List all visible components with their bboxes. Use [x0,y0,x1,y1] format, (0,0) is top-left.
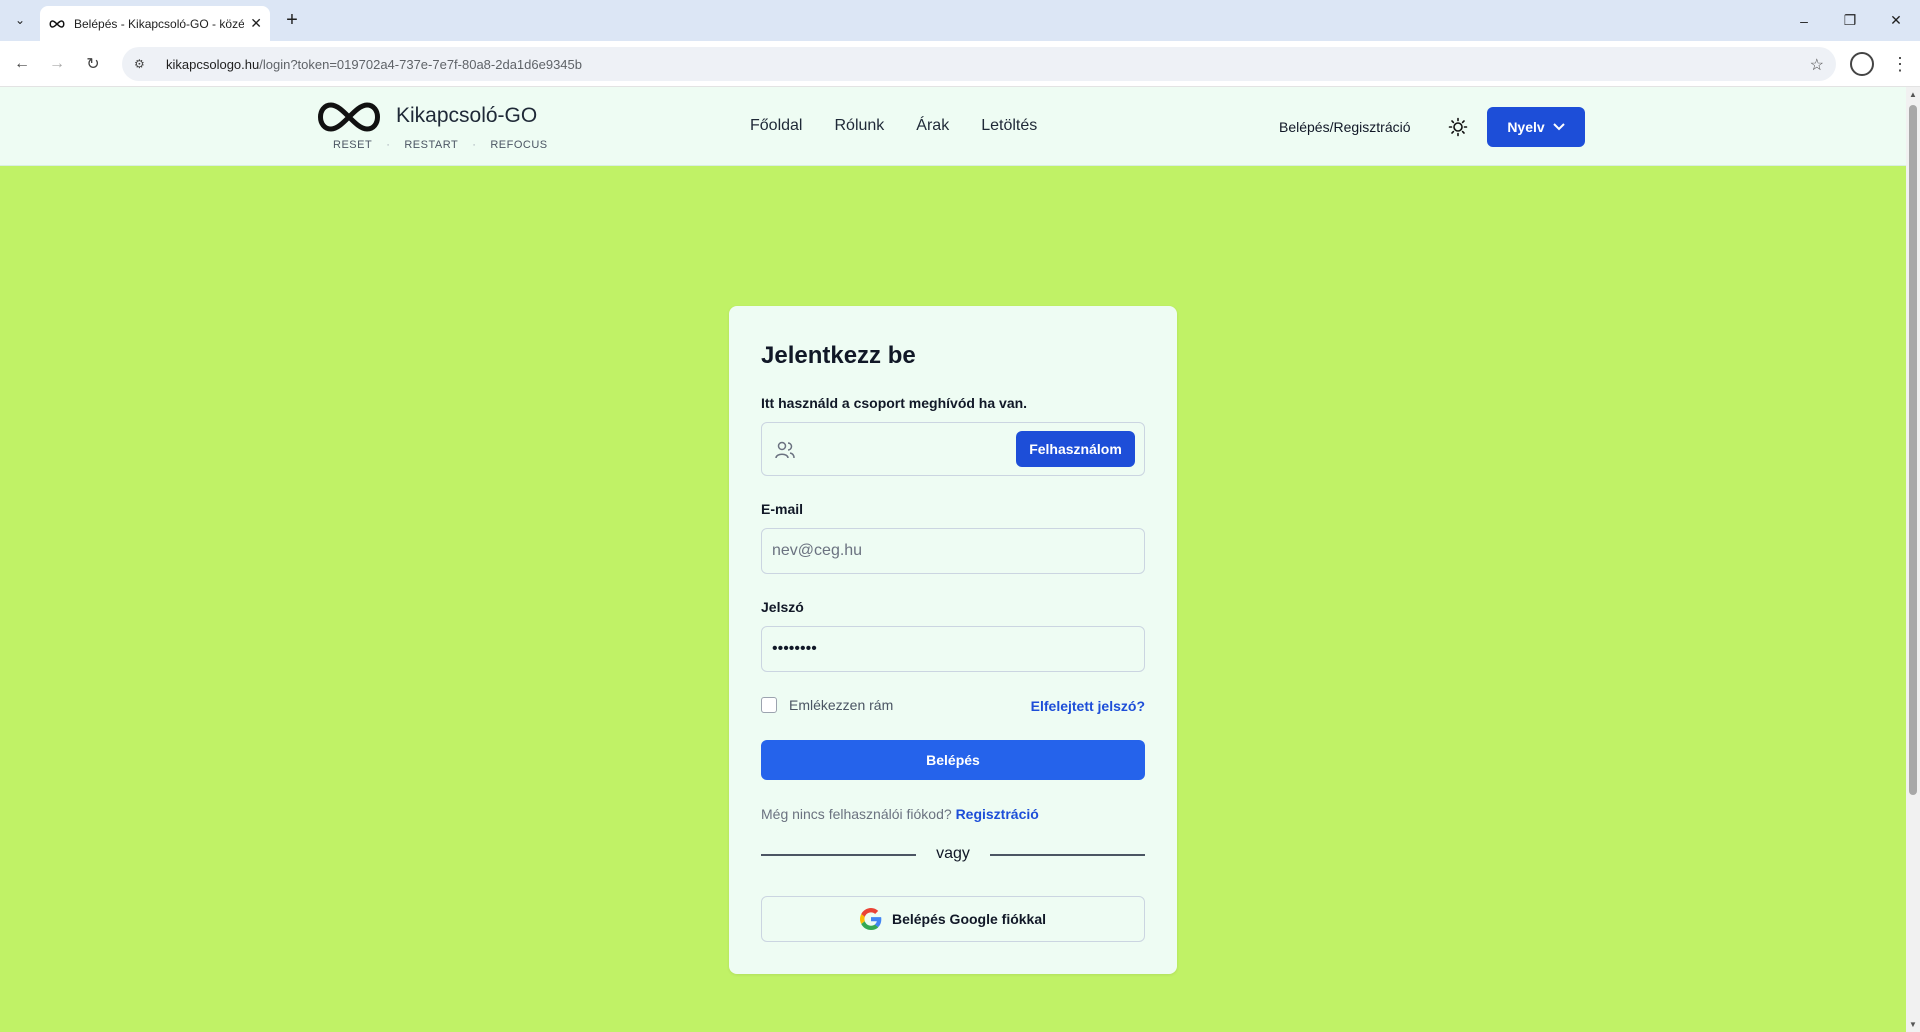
no-account-text: Még nincs felhasználói fiókod? Regisztrá… [761,806,1039,822]
divider-line [990,854,1145,856]
nav-download[interactable]: Letöltés [981,117,1037,135]
language-button[interactable]: Nyelv [1487,107,1585,147]
profile-avatar-icon[interactable] [1850,52,1874,76]
use-invite-button[interactable]: Felhasználom [1016,431,1135,467]
forgot-password-link[interactable]: Elfelejtett jelszó? [1031,698,1145,714]
nav-pricing[interactable]: Árak [916,117,949,135]
scroll-down-arrow-icon[interactable]: ▼ [1909,1020,1917,1029]
url-field[interactable]: ⚙ kikapcsologo.hu/login?token=019702a4-7… [122,47,1836,81]
invite-code-field[interactable]: Felhasználom [761,422,1145,476]
window-close-icon[interactable]: ✕ [1868,0,1920,41]
site-header: Kikapcsoló-GO RESET · RESTART · REFOCUS … [0,87,1906,166]
more-menu-icon[interactable]: ⋮ [1888,51,1912,77]
email-label: E-mail [761,501,804,517]
or-divider: vagy [761,843,1145,865]
no-account-label: Még nincs felhasználói fiókod? [761,806,952,822]
scroll-thumb[interactable] [1909,105,1917,795]
address-bar-row: ← → ↻ ⚙ kikapcsologo.hu/login?token=0197… [0,41,1920,87]
page-scrollbar[interactable]: ▲ ▼ [1906,87,1920,1032]
invite-label: Itt használd a csoport meghívód ha van. [761,395,1028,411]
infinity-favicon-icon [49,19,65,28]
users-icon [775,441,795,459]
tagline-separator: · [386,139,391,151]
tab-title: Belépés - Kikapcsoló-GO - közé [74,16,244,31]
nav-home[interactable]: Főoldal [750,117,802,135]
login-title: Jelentkezz be [761,342,916,369]
register-link[interactable]: Regisztráció [956,806,1039,822]
new-tab-plus-icon[interactable]: + [280,8,304,32]
tagline-word: RESET [333,139,373,151]
language-button-label: Nyelv [1507,119,1545,135]
login-submit-button[interactable]: Belépés [761,740,1145,780]
browser-tab[interactable]: Belépés - Kikapcsoló-GO - közé ✕ [40,6,270,41]
tagline-word: RESTART [404,139,459,151]
bookmark-star-icon[interactable]: ☆ [1810,55,1824,75]
sun-theme-toggle-icon[interactable] [1448,117,1468,137]
tab-list-chevron-icon[interactable]: ⌄ [8,8,32,32]
nav-about[interactable]: Rólunk [834,117,884,135]
back-arrow-icon[interactable]: ← [10,52,34,76]
remember-me-label: Emlékezzen rám [789,697,894,713]
password-field[interactable] [761,626,1145,672]
forward-arrow-icon[interactable]: → [45,52,69,76]
tagline: RESET · RESTART · REFOCUS [333,139,548,151]
google-login-label: Belépés Google fiókkal [891,911,1047,927]
infinity-logo-icon[interactable] [313,99,385,135]
main-nav: Főoldal Rólunk Árak Letöltés [750,117,1037,135]
close-icon[interactable]: ✕ [250,15,262,32]
google-login-button[interactable]: Belépés Google fiókkal [761,896,1145,942]
site-settings-icon[interactable]: ⚙ [134,57,154,71]
login-card: Jelentkezz be Itt használd a csoport meg… [729,306,1177,974]
reload-icon[interactable]: ↻ [81,52,105,76]
chevron-down-icon [1552,123,1565,131]
tagline-word: REFOCUS [490,139,548,151]
brand-name[interactable]: Kikapcsoló-GO [396,104,537,128]
browser-tab-bar: ⌄ Belépés - Kikapcsoló-GO - közé ✕ + – ❐… [0,0,1920,41]
tagline-separator: · [472,139,477,151]
url-text: kikapcsologo.hu/login?token=019702a4-737… [166,56,582,72]
password-label: Jelszó [761,599,804,615]
google-g-icon [859,908,882,930]
login-register-link[interactable]: Belépés/Regisztráció [1279,119,1411,135]
remember-me[interactable]: Emlékezzen rám [761,697,893,713]
scroll-up-arrow-icon[interactable]: ▲ [1909,90,1917,99]
email-field[interactable] [761,528,1145,574]
remember-me-checkbox[interactable] [761,697,777,713]
